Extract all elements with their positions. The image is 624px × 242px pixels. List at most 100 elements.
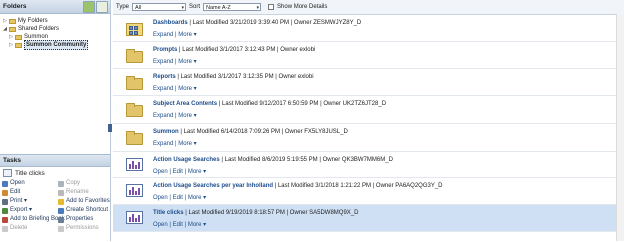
item-actions: Expand | More ▾: [153, 59, 197, 65]
tree-view-icon[interactable]: [83, 1, 95, 13]
task-action[interactable]: Edit: [2, 188, 58, 197]
item-action-link[interactable]: Expand: [153, 86, 173, 92]
tree-node[interactable]: ▷ My Folders: [2, 17, 110, 25]
item-action-link[interactable]: Open: [153, 222, 168, 228]
tasks-panel-title: Tasks: [0, 154, 110, 167]
item-info: Summon | Last Modified 6/14/2018 7:09:26…: [153, 129, 348, 135]
task-action: Copy: [58, 179, 112, 188]
item-action-link[interactable]: More ▾: [188, 222, 206, 228]
catalog-item[interactable]: Dashboards | Last Modified 3/21/2019 3:3…: [113, 15, 616, 42]
item-action-link[interactable]: Edit: [173, 195, 183, 201]
task-action: Rename: [58, 188, 112, 197]
task-action-label: Print ▾: [10, 198, 28, 204]
item-action-link[interactable]: More ▾: [188, 195, 206, 201]
task-action: Delete: [2, 224, 58, 233]
favorites-icon: [58, 198, 64, 205]
item-action-link[interactable]: Expand: [153, 113, 173, 119]
catalog-item[interactable]: Title clicks | Last Modified 9/19/2019 8…: [113, 205, 616, 232]
folders-panel-header: Folders: [0, 0, 110, 14]
analysis-icon: [126, 158, 143, 171]
item-actions: Open | Edit | More ▾: [153, 169, 207, 175]
task-action[interactable]: Export ▾: [2, 206, 58, 215]
print-icon: [2, 198, 8, 205]
tasks-panel: Tasks Title clicks Open Copy Edit Rename Pri…: [0, 154, 110, 233]
catalog-item[interactable]: Action Usage Searches | Last Modified 8/…: [113, 152, 616, 178]
task-action-label: Rename: [66, 189, 89, 195]
item-action-link[interactable]: More ▾: [188, 169, 206, 175]
item-action-link[interactable]: Expand: [153, 59, 173, 65]
analysis-icon: [126, 211, 143, 224]
item-name-link[interactable]: Action Usage Searches: [153, 157, 220, 163]
task-action: Permissions: [58, 224, 112, 233]
tree-node-label[interactable]: Shared Folders: [18, 25, 59, 33]
item-name-link[interactable]: Prompts: [153, 47, 177, 53]
properties-icon: [58, 216, 64, 223]
task-action-label: Open: [10, 180, 25, 186]
item-action-link[interactable]: More ▾: [178, 59, 196, 65]
tree-node-label[interactable]: My Folders: [18, 17, 48, 25]
item-name-link[interactable]: Subject Area Contents: [153, 101, 217, 107]
catalog-item[interactable]: Reports | Last Modified 3/1/2017 3:12:35…: [113, 69, 616, 96]
expand-toggle-icon[interactable]: ▷: [8, 41, 14, 49]
item-action-link[interactable]: Edit: [173, 169, 183, 175]
item-actions: Expand | More ▾: [153, 141, 197, 147]
item-action-link[interactable]: Edit: [173, 222, 183, 228]
catalog-item[interactable]: Subject Area Contents | Last Modified 9/…: [113, 96, 616, 124]
rename-icon: [58, 189, 64, 196]
task-selected-item-label: Title clicks: [15, 169, 45, 177]
vertical-scrollbar[interactable]: [616, 14, 624, 241]
item-modified: Last Modified 3/1/2018 1:21:22 PM: [277, 183, 372, 189]
item-action-link[interactable]: More ▾: [178, 86, 196, 92]
task-action[interactable]: Open: [2, 179, 58, 188]
task-action[interactable]: Add to Briefing Book: [2, 215, 65, 224]
item-owner: Owner ZESMWJYZ8Y_D: [293, 20, 362, 26]
item-action-link[interactable]: Open: [153, 195, 168, 201]
type-label: Type: [116, 4, 130, 10]
folder-icon: [126, 76, 143, 90]
item-name-link[interactable]: Reports: [153, 74, 176, 80]
item-owner: Owner QK3BW7MM6M_D: [322, 157, 393, 163]
item-owner: Owner exlobi: [280, 47, 316, 53]
show-more-details-checkbox[interactable]: [268, 4, 275, 10]
sort-select[interactable]: Name A-Z: [203, 3, 262, 12]
item-name-link[interactable]: Title clicks: [153, 210, 184, 216]
item-actions: Expand | More ▾: [153, 32, 197, 38]
item-info: Prompts | Last Modified 3/1/2017 3:12:43…: [153, 47, 316, 53]
tree-node[interactable]: ◢ Shared Folders: [2, 25, 110, 33]
item-actions: Open | Edit | More ▾: [153, 222, 207, 228]
list-view-icon[interactable]: [96, 1, 108, 13]
item-action-link[interactable]: Expand: [153, 32, 173, 38]
item-info: Subject Area Contents | Last Modified 9/…: [153, 101, 387, 107]
task-action[interactable]: Properties: [58, 215, 112, 224]
analysis-icon: [126, 184, 143, 197]
tree-node-label[interactable]: Summon Community: [24, 40, 89, 50]
expand-toggle-icon[interactable]: ▷: [8, 33, 14, 41]
task-action[interactable]: Create Shortcut: [58, 206, 112, 215]
task-action[interactable]: Add to Favorites: [58, 197, 112, 206]
type-select[interactable]: All: [132, 3, 187, 12]
folder-icon: [15, 42, 22, 48]
task-action-label: Copy: [66, 180, 81, 186]
show-more-details-label: Show More Details: [277, 4, 328, 10]
expand-toggle-icon[interactable]: ▷: [2, 17, 8, 25]
catalog-item[interactable]: Summon | Last Modified 6/14/2018 7:09:26…: [113, 124, 616, 152]
item-action-link[interactable]: Expand: [153, 141, 173, 147]
catalog-toolbar: Type All Sort Name A-Z Show More Details: [113, 0, 624, 15]
item-action-link[interactable]: Open: [153, 169, 168, 175]
item-actions: Expand | More ▾: [153, 86, 197, 92]
item-name-link[interactable]: Summon: [153, 129, 179, 135]
item-name-link[interactable]: Action Usage Searches per year Inholland: [153, 183, 273, 189]
item-modified: Last Modified 6/14/2018 7:09:26 PM: [183, 129, 280, 135]
catalog-item[interactable]: Prompts | Last Modified 3/1/2017 3:12:43…: [113, 42, 616, 69]
task-action[interactable]: Print ▾: [2, 197, 58, 206]
tree-node[interactable]: ▷ Summon Community: [2, 40, 110, 50]
catalog-item[interactable]: Action Usage Searches per year Inholland…: [113, 178, 616, 205]
task-actions: Open Copy Edit Rename Print ▾ Add to Favorite…: [0, 179, 110, 233]
collapse-sidebar-handle[interactable]: [108, 124, 112, 132]
item-action-link[interactable]: More ▾: [178, 113, 196, 119]
expand-toggle-icon[interactable]: ◢: [2, 25, 8, 33]
item-action-link[interactable]: More ▾: [178, 141, 196, 147]
edit-icon: [2, 189, 8, 196]
item-action-link[interactable]: More ▾: [178, 32, 196, 38]
item-name-link[interactable]: Dashboards: [153, 20, 188, 26]
